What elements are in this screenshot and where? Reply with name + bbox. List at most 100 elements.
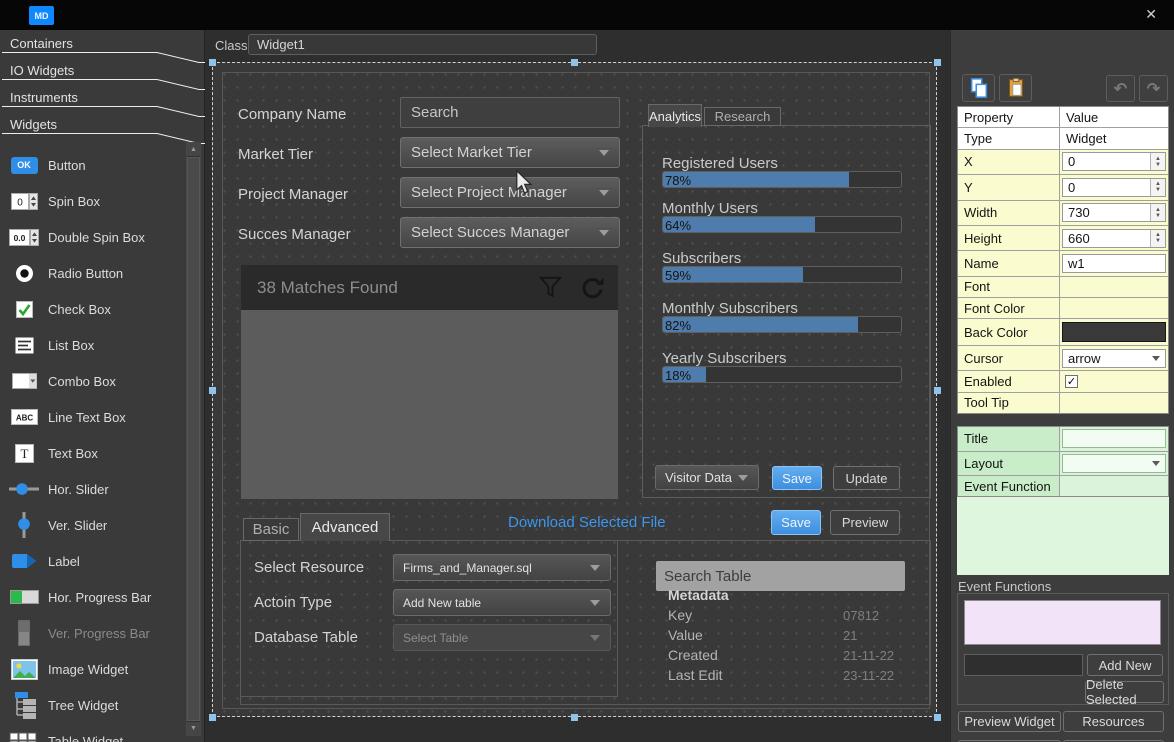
actoin-type-select[interactable]: Add New table bbox=[393, 589, 611, 616]
widget-item-spin-box[interactable]: 0Spin Box bbox=[0, 183, 184, 219]
property-value-height[interactable]: 660▲▼ bbox=[1060, 226, 1168, 250]
sidebar-section-io-widgets[interactable]: IO Widgets bbox=[10, 63, 160, 81]
widget-item-label: Button bbox=[48, 158, 86, 173]
widget-item-table-widget[interactable]: Table Widget bbox=[0, 723, 184, 742]
widget-item-check-box[interactable]: Check Box bbox=[0, 291, 184, 327]
succes-manager-select[interactable]: Select Succes Manager bbox=[400, 217, 620, 248]
width-spinbox[interactable]: 730▲▼ bbox=[1062, 203, 1166, 222]
paste-button[interactable] bbox=[999, 74, 1032, 102]
progress-percent: 18% bbox=[665, 368, 691, 383]
cursor-select[interactable]: arrow bbox=[1062, 349, 1166, 368]
widget-item-ver-progress-bar[interactable]: Ver. Progress Bar bbox=[0, 615, 184, 651]
property-value-y[interactable]: 0▲▼ bbox=[1060, 175, 1168, 199]
widget-item-label: Tree Widget bbox=[48, 698, 118, 713]
property-value-tool-tip bbox=[1060, 393, 1168, 413]
selection-handle[interactable] bbox=[209, 59, 216, 66]
property-value-title[interactable] bbox=[1060, 427, 1168, 451]
property-value-name[interactable]: w1 bbox=[1060, 251, 1168, 275]
tab-advanced[interactable]: Advanced bbox=[300, 513, 390, 541]
x-spinbox[interactable]: 0▲▼ bbox=[1062, 152, 1166, 171]
layout-select[interactable] bbox=[1062, 454, 1166, 473]
event-functions-list[interactable] bbox=[964, 600, 1161, 645]
widget-item-image-widget[interactable]: Image Widget bbox=[0, 651, 184, 687]
add-new-button[interactable]: Add New bbox=[1087, 654, 1163, 676]
database-table-select[interactable]: Select Table bbox=[393, 624, 611, 651]
selection-handle[interactable] bbox=[934, 59, 941, 66]
tab-research[interactable]: Research bbox=[704, 107, 781, 126]
selection-handle[interactable] bbox=[209, 387, 216, 394]
redo-icon[interactable]: ↷ bbox=[1139, 75, 1168, 102]
property-value-enabled[interactable]: ✓ bbox=[1060, 371, 1168, 391]
property-value-layout[interactable] bbox=[1060, 452, 1168, 476]
property-value-width[interactable]: 730▲▼ bbox=[1060, 201, 1168, 225]
selection-handle[interactable] bbox=[934, 387, 941, 394]
chevron-down-icon bbox=[599, 230, 609, 236]
widget-item-list-box[interactable]: List Box bbox=[0, 327, 184, 363]
matches-header: 38 Matches Found bbox=[241, 265, 618, 310]
spinner-arrows-icon[interactable]: ▲▼ bbox=[1150, 179, 1165, 196]
widget-item-tree-widget[interactable]: Tree Widget bbox=[0, 687, 184, 723]
selection-handle[interactable] bbox=[571, 714, 578, 721]
select-resource-select[interactable]: Firms_and_Manager.sql bbox=[393, 554, 611, 581]
title-input[interactable] bbox=[1062, 429, 1166, 448]
preview-widget-button[interactable]: Preview Widget bbox=[958, 711, 1061, 732]
property-value-back-color[interactable] bbox=[1060, 319, 1168, 344]
analytics-save-button[interactable]: Save bbox=[772, 466, 822, 490]
market-tier-select[interactable]: Select Market Tier bbox=[400, 137, 620, 168]
resources-button[interactable]: Resources bbox=[1063, 711, 1164, 732]
event-function-name-input[interactable] bbox=[964, 654, 1083, 676]
property-value-cursor[interactable]: arrow bbox=[1060, 346, 1168, 370]
widget-item-ver-slider[interactable]: Ver. Slider bbox=[0, 507, 184, 543]
update-button[interactable]: Update bbox=[833, 466, 900, 490]
spinner-arrows-icon[interactable]: ▲▼ bbox=[1150, 153, 1165, 170]
back-color-swatch[interactable] bbox=[1062, 322, 1166, 342]
sidebar-scrollbar[interactable]: ▲ ▼ bbox=[186, 142, 201, 736]
widget-item-double-spin-box[interactable]: 0.0Double Spin Box bbox=[0, 219, 184, 255]
widget-item-label: Image Widget bbox=[48, 662, 128, 677]
matches-list[interactable] bbox=[241, 310, 618, 499]
download-selected-file-link[interactable]: Download Selected File bbox=[508, 514, 666, 531]
scroll-up-button[interactable]: ▲ bbox=[187, 143, 200, 156]
app-logo-icon: MD bbox=[29, 6, 54, 25]
class-name-input[interactable]: Widget1 bbox=[248, 34, 597, 55]
widget-item-hor-slider[interactable]: Hor. Slider bbox=[0, 471, 184, 507]
project-manager-select[interactable]: Select Project Manager bbox=[400, 177, 620, 208]
sidebar-section-widgets[interactable]: Widgets bbox=[10, 117, 160, 135]
selection-handle[interactable] bbox=[209, 714, 216, 721]
widget-item-combo-box[interactable]: Combo Box bbox=[0, 363, 184, 399]
y-spinbox[interactable]: 0▲▼ bbox=[1062, 178, 1166, 197]
name-input[interactable]: w1 bbox=[1062, 254, 1166, 273]
filter-icon[interactable] bbox=[535, 273, 565, 303]
copy-button[interactable] bbox=[962, 74, 995, 102]
undo-icon[interactable]: ↶ bbox=[1106, 75, 1135, 102]
sidebar-section-containers[interactable]: Containers bbox=[10, 36, 160, 54]
selection-handle[interactable] bbox=[934, 714, 941, 721]
selection-handle[interactable] bbox=[571, 59, 578, 66]
widget-item-text-box[interactable]: TText Box bbox=[0, 435, 184, 471]
sidebar-section-instruments[interactable]: Instruments bbox=[10, 90, 160, 108]
property-value-x[interactable]: 0▲▼ bbox=[1060, 150, 1168, 174]
vslider-icon bbox=[8, 511, 40, 539]
spinner-arrows-icon[interactable]: ▲▼ bbox=[1150, 230, 1165, 247]
property-label-back-color: Back Color bbox=[958, 319, 1059, 344]
progress-bar-monthly-subscribers: 82% bbox=[662, 316, 902, 333]
bottom-save-button[interactable]: Save bbox=[771, 510, 821, 535]
close-icon[interactable]: ✕ bbox=[1145, 7, 1157, 21]
enabled-checkbox[interactable]: ✓ bbox=[1065, 375, 1078, 388]
refresh-icon[interactable] bbox=[577, 273, 607, 303]
scroll-down-button[interactable]: ▼ bbox=[187, 722, 200, 735]
height-spinbox[interactable]: 660▲▼ bbox=[1062, 229, 1166, 248]
widget-item-hor-progress-bar[interactable]: Hor. Progress Bar bbox=[0, 579, 184, 615]
tab-analytics[interactable]: Analytics bbox=[648, 104, 702, 127]
widget-item-radio-button[interactable]: Radio Button bbox=[0, 255, 184, 291]
tab-basic[interactable]: Basic bbox=[243, 518, 299, 541]
widget-item-label[interactable]: Label bbox=[0, 543, 184, 579]
widget-item-line-text-box[interactable]: ABCLine Text Box bbox=[0, 399, 184, 435]
preview-button[interactable]: Preview bbox=[830, 510, 900, 535]
spinner-arrows-icon[interactable]: ▲▼ bbox=[1150, 204, 1165, 221]
widget-item-button[interactable]: OKButton bbox=[0, 147, 184, 183]
scrollbar-thumb[interactable] bbox=[187, 157, 200, 721]
visitor-data-select[interactable]: Visitor Data bbox=[655, 465, 759, 490]
delete-selected-button[interactable]: Delete Selected bbox=[1085, 681, 1164, 703]
company-name-input[interactable]: Search bbox=[400, 97, 620, 128]
